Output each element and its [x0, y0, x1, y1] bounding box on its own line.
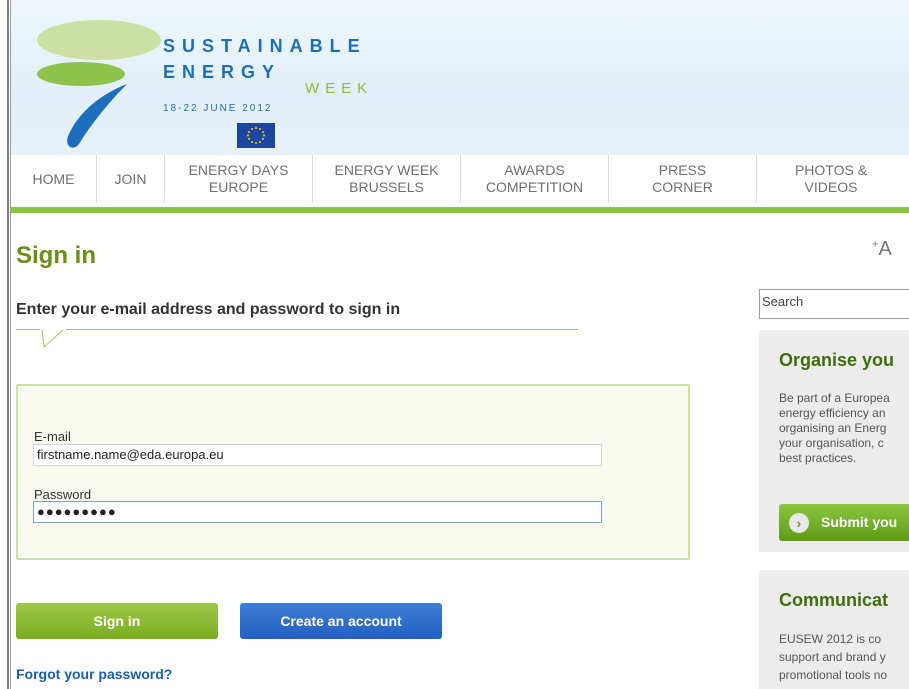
nav-item-join[interactable]: JOIN	[97, 155, 165, 203]
nav-item-energy-week-brussels[interactable]: ENERGY WEEK BRUSSELS	[313, 155, 461, 203]
organise-panel-line: energy efficiency an	[779, 406, 886, 420]
organise-panel-title: Organise you	[779, 350, 895, 370]
signin-instructions: Enter your e-mail address and password t…	[16, 301, 401, 318]
nav-item-press-corner[interactable]: PRESS CORNER	[609, 155, 757, 203]
browser-left-border	[0, 0, 11, 689]
signin-button[interactable]: Sign in	[16, 603, 218, 639]
communicate-panel: Communicat EUSEW 2012 is co support and …	[759, 570, 909, 689]
search-input[interactable]: Search	[759, 289, 909, 319]
communicate-panel-line: support and brand y	[779, 650, 886, 664]
create-account-button[interactable]: Create an account	[240, 603, 442, 639]
organise-panel-line: best practices.	[779, 451, 857, 465]
email-label: E-mail	[34, 429, 71, 444]
communicate-panel-line: promotional tools no	[779, 668, 888, 682]
nav-underline-bar	[11, 207, 909, 213]
nav-item-energy-days-europe[interactable]: ENERGY DAYS EUROPE	[165, 155, 313, 203]
site-header: SUSTAINABLE ENERGY WEEK 18-22 JUNE 2012	[11, 0, 909, 155]
forgot-password-link[interactable]: Forgot your password?	[16, 666, 172, 682]
sustainable-energy-week-logo[interactable]	[29, 12, 179, 152]
main-navigation: HOME JOIN ENERGY DAYS EUROPE ENERGY WEEK…	[11, 155, 909, 207]
password-label: Password	[34, 487, 92, 502]
signin-form: E-mail firstname.name@eda.europa.eu Pass…	[16, 384, 690, 560]
brand-energy: ENERGY	[163, 62, 282, 82]
brand-week: WEEK	[305, 80, 374, 97]
communicate-panel-line: EUSEW 2012 is co	[779, 632, 882, 646]
font-size-increase-icon[interactable]: +A	[872, 238, 892, 261]
event-dates: 18-22 JUNE 2012	[163, 103, 273, 114]
eu-flag-icon	[237, 123, 275, 148]
organise-panel-line: your organisation, c	[779, 436, 884, 450]
submit-button-label: Submit you	[821, 514, 898, 530]
subtitle-divider	[16, 329, 578, 330]
nav-item-home[interactable]: HOME	[11, 155, 97, 203]
password-field[interactable]: ●●●●●●●●●	[33, 501, 602, 523]
organise-panel-line: organising an Energ	[779, 421, 887, 435]
speech-notch-icon	[40, 329, 66, 349]
nav-item-awards-competition[interactable]: AWARDS COMPETITION	[461, 155, 609, 203]
brand-sustainable: SUSTAINABLE	[163, 36, 367, 56]
nav-item-photos-videos[interactable]: PHOTOS & VIDEOS	[757, 155, 905, 203]
organise-panel: Organise you Be part of a Europea energy…	[759, 330, 909, 552]
communicate-panel-title: Communicat	[779, 590, 889, 610]
organise-panel-line: Be part of a Europea	[779, 391, 890, 405]
arrow-right-icon: ›	[789, 513, 809, 533]
page-title: Sign in	[16, 242, 96, 269]
email-field[interactable]: firstname.name@eda.europa.eu	[33, 444, 602, 466]
submit-button[interactable]: › Submit you	[779, 504, 909, 541]
